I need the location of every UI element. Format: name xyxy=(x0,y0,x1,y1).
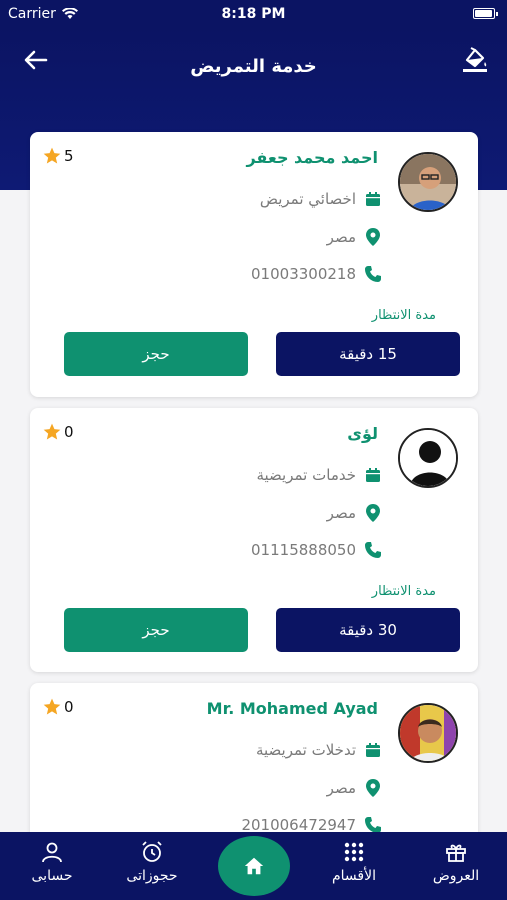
location-text: مصر xyxy=(326,228,356,246)
tab-sections[interactable]: الأقسام xyxy=(314,840,394,884)
calendar-icon xyxy=(364,466,382,484)
bottom-tab-bar: حسابى حجوزاتى الأقسام العروض xyxy=(0,832,507,900)
rating-value: 0 xyxy=(64,423,74,441)
header: خدمة التمريض xyxy=(0,28,507,98)
provider-name[interactable]: لؤى xyxy=(347,424,378,443)
tab-offers-label: العروض xyxy=(432,868,480,884)
provider-name[interactable]: Mr. Mohamed Ayad xyxy=(207,699,378,718)
rating-value: 0 xyxy=(64,698,74,716)
status-bar: Carrier 8:18 PM xyxy=(0,0,507,28)
page-title: خدمة التمريض xyxy=(190,56,317,77)
specialty-row: اخصائي تمريض xyxy=(260,190,382,208)
phone-row[interactable]: 01115888050 xyxy=(251,541,382,559)
star-icon xyxy=(43,698,61,715)
wait-label: مدة الانتظار xyxy=(371,308,436,323)
provider-name[interactable]: احمد محمد جعفر xyxy=(246,148,378,167)
status-time: 8:18 PM xyxy=(221,6,286,22)
location-row: مصر xyxy=(327,779,382,797)
home-button[interactable] xyxy=(218,836,290,896)
tab-sections-label: الأقسام xyxy=(332,868,376,884)
specialty-text: اخصائي تمريض xyxy=(259,190,356,208)
paint-bucket-icon[interactable] xyxy=(461,44,489,74)
rating-value: 5 xyxy=(64,147,74,165)
tab-account[interactable]: حسابى xyxy=(12,840,92,884)
calendar-icon xyxy=(364,741,382,759)
specialty-row: تدخلات تمريضية xyxy=(256,741,382,759)
rating: 5 xyxy=(42,146,74,166)
specialty-text: تدخلات تمريضية xyxy=(255,741,356,759)
phone-icon xyxy=(364,265,382,283)
phone-row[interactable]: 01003300218 xyxy=(251,265,382,283)
phone-text: 01115888050 xyxy=(251,541,356,559)
man-glasses-avatar xyxy=(398,152,458,212)
provider-card[interactable]: 0 لؤى خدمات تمريضية مصر 01115888050 مدة … xyxy=(30,408,478,672)
location-pin-icon xyxy=(364,779,382,797)
home-icon xyxy=(244,857,264,875)
tab-bookings-label: حجوزاتى xyxy=(126,868,178,884)
location-pin-icon xyxy=(364,228,382,246)
gift-icon xyxy=(446,844,466,862)
provider-card[interactable]: 5 احمد محمد جعفر اخصائي تمريض مصر 010033… xyxy=(30,132,478,397)
location-row: مصر xyxy=(327,228,382,246)
star-icon xyxy=(43,423,61,440)
wait-time-button[interactable]: 30 دقيقة xyxy=(276,608,460,652)
specialty-text: خدمات تمريضية xyxy=(256,466,356,484)
user-icon xyxy=(42,842,62,863)
wait-time-button[interactable]: 15 دقيقة xyxy=(276,332,460,376)
phone-text: 01003300218 xyxy=(251,265,356,283)
location-text: مصر xyxy=(326,504,356,522)
location-text: مصر xyxy=(326,779,356,797)
grid-icon xyxy=(344,842,364,862)
tab-account-label: حسابى xyxy=(31,868,73,884)
tab-bookings[interactable]: حجوزاتى xyxy=(112,840,192,884)
star-icon xyxy=(43,147,61,164)
wait-label: مدة الانتظار xyxy=(371,584,436,599)
rating: 0 xyxy=(42,697,74,717)
specialty-row: خدمات تمريضية xyxy=(256,466,382,484)
book-button[interactable]: حجز xyxy=(64,608,248,652)
battery-icon xyxy=(473,8,498,19)
phone-icon xyxy=(364,541,382,559)
calendar-icon xyxy=(364,190,382,208)
location-pin-icon xyxy=(364,504,382,522)
alarm-clock-icon xyxy=(142,841,162,862)
location-row: مصر xyxy=(327,504,382,522)
book-button[interactable]: حجز xyxy=(64,332,248,376)
man-smiling-avatar xyxy=(398,703,458,763)
rating: 0 xyxy=(42,422,74,442)
default-person-avatar xyxy=(398,428,458,488)
tab-offers[interactable]: العروض xyxy=(416,840,496,884)
